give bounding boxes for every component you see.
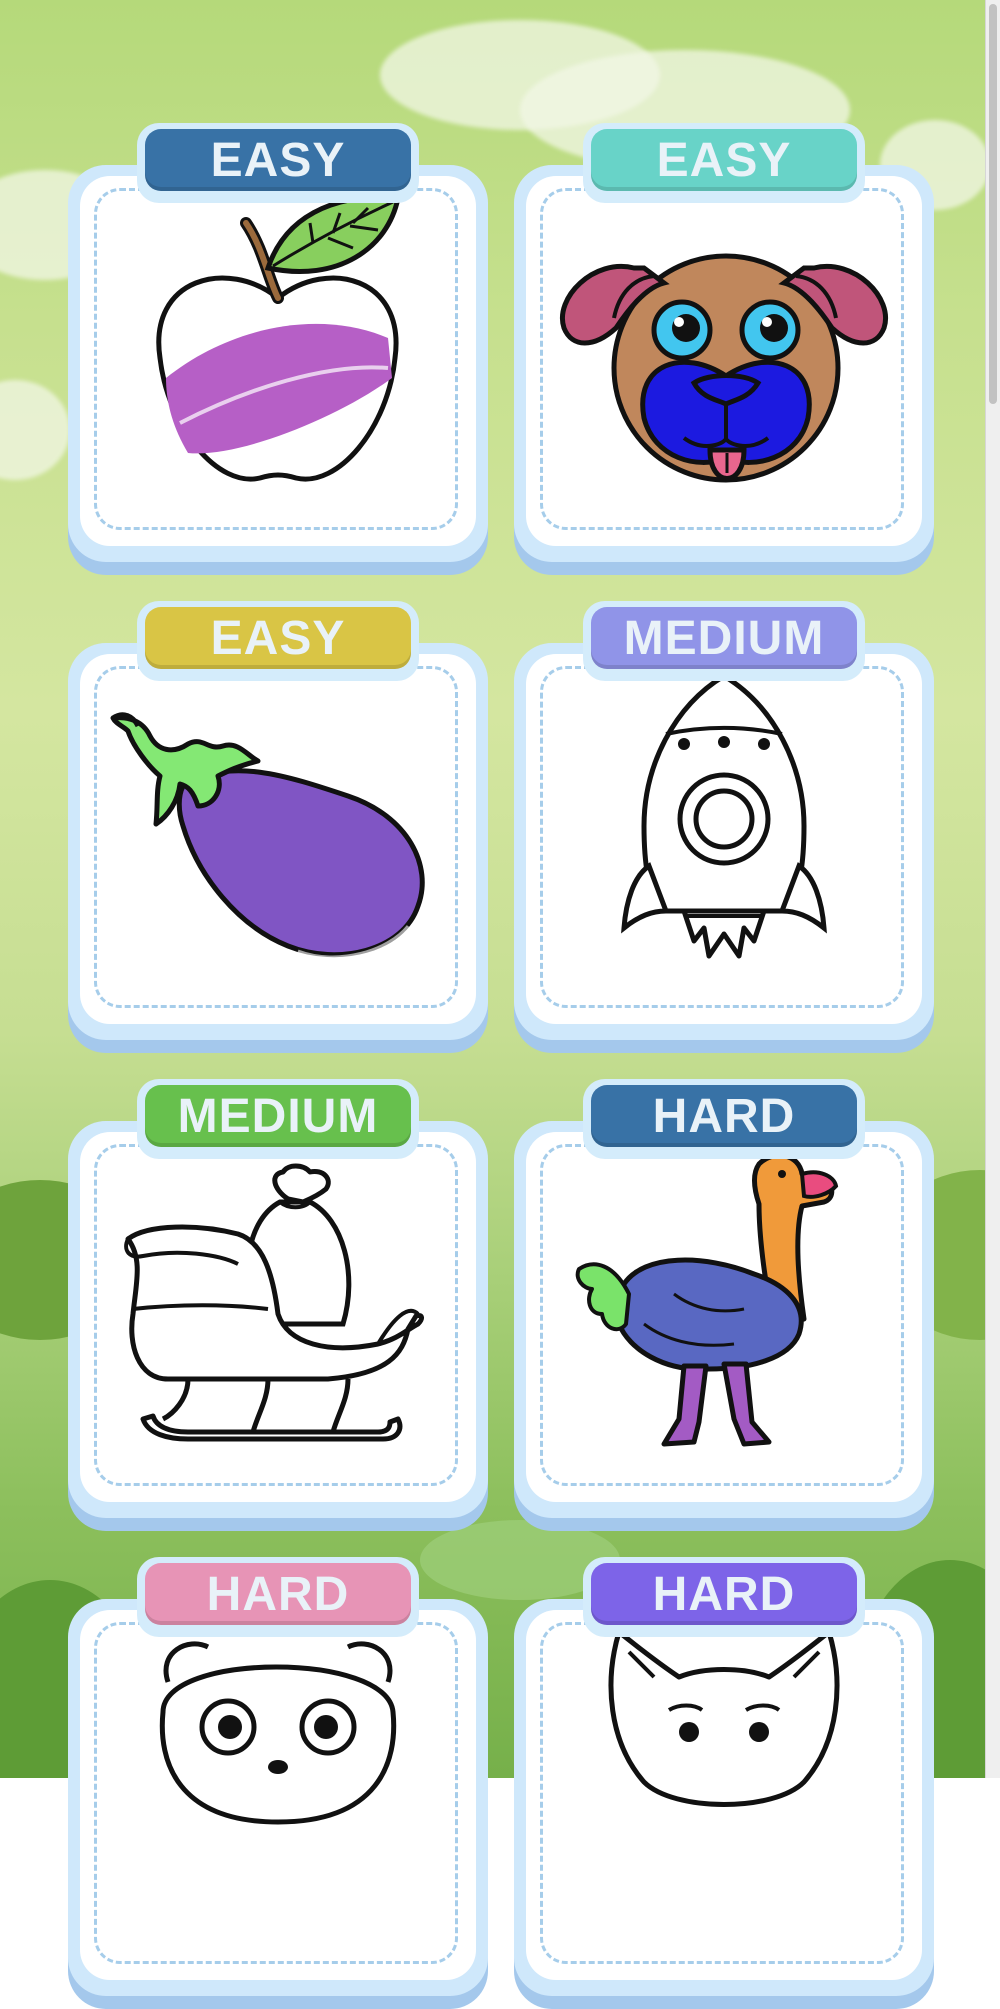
difficulty-tag: HARD — [137, 1557, 419, 1637]
difficulty-tag-fill: HARD — [145, 1563, 411, 1625]
ostrich-drawing — [534, 1144, 914, 1484]
puppy-drawing — [534, 188, 914, 528]
level-card-eggplant[interactable]: EASY — [68, 601, 488, 1053]
rocket-drawing — [534, 666, 914, 1006]
difficulty-tag: HARD — [583, 1079, 865, 1159]
eggplant-drawing — [88, 666, 468, 1006]
difficulty-label: HARD — [652, 1567, 796, 1621]
difficulty-tag-fill: EASY — [145, 129, 411, 191]
level-card-panda[interactable]: HARD — [68, 1557, 488, 2009]
difficulty-tag: MEDIUM — [583, 601, 865, 681]
level-card-ostrich[interactable]: HARD — [514, 1079, 934, 1531]
difficulty-tag-fill: EASY — [145, 607, 411, 669]
difficulty-label: EASY — [210, 133, 346, 187]
scrollbar[interactable] — [985, 0, 1000, 1778]
difficulty-label: MEDIUM — [623, 611, 825, 665]
difficulty-label: MEDIUM — [177, 1089, 379, 1143]
difficulty-tag: EASY — [137, 601, 419, 681]
panda-drawing — [88, 1622, 468, 1962]
level-card-fox[interactable]: HARD — [514, 1557, 934, 2009]
level-card-sleigh[interactable]: MEDIUM — [68, 1079, 488, 1531]
difficulty-label: HARD — [652, 1089, 796, 1143]
difficulty-tag-fill: EASY — [591, 129, 857, 191]
difficulty-tag-fill: MEDIUM — [145, 1085, 411, 1147]
difficulty-label: EASY — [210, 611, 346, 665]
difficulty-tag-fill: HARD — [591, 1085, 857, 1147]
apple-drawing — [88, 188, 468, 528]
difficulty-tag: HARD — [583, 1557, 865, 1637]
level-card-puppy[interactable]: EASY — [514, 123, 934, 575]
difficulty-tag-fill: MEDIUM — [591, 607, 857, 669]
scrollbar-thumb[interactable] — [989, 4, 997, 404]
difficulty-tag-fill: HARD — [591, 1563, 857, 1625]
difficulty-label: EASY — [656, 133, 792, 187]
difficulty-label: HARD — [206, 1567, 350, 1621]
difficulty-tag: MEDIUM — [137, 1079, 419, 1159]
level-card-rocket[interactable]: MEDIUM — [514, 601, 934, 1053]
difficulty-tag: EASY — [137, 123, 419, 203]
sleigh-drawing — [88, 1144, 468, 1484]
level-card-apple[interactable]: EASY — [68, 123, 488, 575]
difficulty-tag: EASY — [583, 123, 865, 203]
cloud — [0, 380, 70, 480]
fox-drawing — [534, 1622, 914, 1962]
